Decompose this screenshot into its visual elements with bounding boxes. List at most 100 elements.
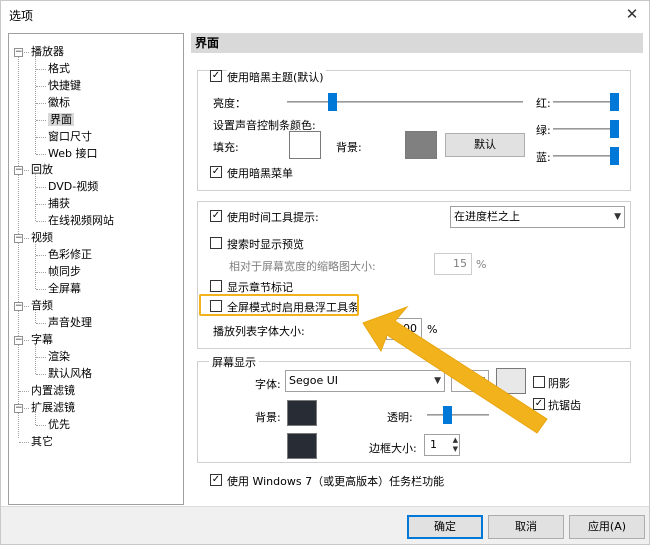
osd-group-title: 屏幕显示 [209, 354, 259, 370]
tree-item[interactable]: 帧同步 [48, 264, 81, 280]
tree-item[interactable]: 回放 [31, 162, 53, 178]
tree-item-label: 回放 [31, 163, 53, 176]
playlist-font-size-label: 播放列表字体大小: [213, 325, 305, 338]
chevron-down-icon: ▼ [614, 212, 621, 222]
fill-label: 填充: [213, 141, 239, 154]
border-color-swatch[interactable] [287, 433, 317, 459]
tree-item-label: 音频 [31, 299, 53, 312]
tree-item[interactable]: 快捷键 [48, 78, 81, 94]
collapse-icon[interactable]: − [14, 302, 23, 311]
brightness-slider-thumb[interactable] [327, 93, 337, 111]
tree-guide-line [36, 255, 46, 256]
tree-item[interactable]: 色彩修正 [48, 247, 92, 263]
tree-item[interactable]: 音频 [31, 298, 53, 314]
tree-guide-line [36, 204, 46, 205]
tree-item-label: 徽标 [48, 96, 70, 109]
ok-button[interactable]: 确定 [407, 515, 483, 539]
thumbnail-size-input[interactable]: 15 [434, 253, 472, 275]
tree-item-label: 默认风格 [48, 367, 92, 380]
dark-theme-checkbox[interactable]: ✓ [210, 70, 222, 82]
dark-menu-checkbox[interactable]: ✓ [210, 166, 222, 178]
tree-item-label: 界面 [48, 113, 74, 126]
tree-item[interactable]: 默认风格 [48, 366, 92, 382]
tree-guide-line [36, 69, 46, 70]
tooltip-position-dropdown[interactable]: 在进度栏之上 ▼ [450, 206, 625, 228]
tree-item[interactable]: 优先 [48, 417, 70, 433]
cancel-button[interactable]: 取消 [488, 515, 564, 539]
blue-label: 蓝: [536, 151, 551, 164]
tree-guide-line [35, 56, 36, 154]
time-tooltip-checkbox[interactable]: ✓ [210, 210, 222, 222]
tree-item[interactable]: 其它 [31, 434, 53, 450]
background-color-swatch[interactable] [405, 131, 437, 159]
tree-guide-line [36, 137, 46, 138]
tree-item[interactable]: 播放器 [31, 44, 64, 60]
brightness-track [287, 101, 523, 103]
tree-guide-line [35, 242, 36, 289]
tree-item[interactable]: 徽标 [48, 95, 70, 111]
options-dialog: 选项 ✕ − 播放器 格式 快捷键 徽标 界面 窗口尺寸 Web 接口 − 回放 DVD-视频 捕获在… [0, 0, 650, 545]
tree-guide-line [36, 86, 46, 87]
default-color-button[interactable]: 默认 [445, 133, 525, 157]
collapse-icon[interactable]: − [14, 234, 23, 243]
tree-item[interactable]: 全屏幕 [48, 281, 81, 297]
dark-theme-label: 使用暗黑主题(默认) [227, 69, 326, 85]
tree-guide-line [36, 425, 46, 426]
title-bar: 选项 ✕ [1, 1, 649, 29]
tree-item-label: 优先 [48, 418, 70, 431]
tree-item[interactable]: 窗口尺寸 [48, 129, 92, 145]
green-slider-thumb[interactable] [610, 120, 619, 138]
tree-item-label: 字幕 [31, 333, 53, 346]
tree-guide-line [18, 48, 19, 438]
tree-item[interactable]: 渲染 [48, 349, 70, 365]
win7-taskbar-checkbox[interactable]: ✓ [210, 474, 222, 486]
panel-header: 界面 [191, 33, 643, 53]
collapse-icon[interactable]: − [14, 48, 23, 57]
tree-item[interactable]: 内置滤镜 [31, 383, 75, 399]
seek-preview-checkbox[interactable] [210, 237, 222, 249]
thumbnail-size-label: 相对于屏幕宽度的缩略图大小: [229, 260, 376, 273]
tree-item-label: 全屏幕 [48, 282, 81, 295]
osd-background-swatch[interactable] [287, 400, 317, 426]
tree-guide-line [35, 344, 36, 374]
tree-guide-line [36, 272, 46, 273]
tree-item-label: 其它 [31, 435, 53, 448]
tree-item[interactable]: 界面 [48, 112, 74, 128]
tree-item[interactable]: 格式 [48, 61, 70, 77]
tree-item-label: 窗口尺寸 [48, 130, 92, 143]
tree-guide-line [19, 442, 29, 443]
tree-item-label: 色彩修正 [48, 248, 92, 261]
fill-color-swatch[interactable] [289, 131, 321, 159]
tree-item[interactable]: 视频 [31, 230, 53, 246]
chapter-marks-label: 显示章节标记 [227, 281, 293, 294]
tree-item[interactable]: 声音处理 [48, 315, 92, 331]
tree-guide-line [36, 357, 46, 358]
close-icon[interactable]: ✕ [621, 3, 643, 25]
dark-menu-label: 使用暗黑菜单 [227, 167, 293, 180]
tree-item[interactable]: 字幕 [31, 332, 53, 348]
tree-item[interactable]: Web 接口 [48, 146, 97, 162]
tree-guide-line [35, 174, 36, 221]
tree-item-label: 渲染 [48, 350, 70, 363]
tree-item[interactable]: 在线视频网站 [48, 213, 114, 229]
tree-item-label: 在线视频网站 [48, 214, 114, 227]
tree-item-label: 内置滤镜 [31, 384, 75, 397]
red-slider-thumb[interactable] [610, 93, 619, 111]
tree-item-label: 声音处理 [48, 316, 92, 329]
blue-slider-thumb[interactable] [610, 147, 619, 165]
tree-item-label: 帧同步 [48, 265, 81, 278]
tree-item-label: Web 接口 [48, 147, 98, 160]
apply-button[interactable]: 应用(A) [569, 515, 645, 539]
chapter-marks-checkbox[interactable] [210, 280, 222, 292]
collapse-icon[interactable]: − [14, 166, 23, 175]
background-label: 背景: [336, 141, 362, 154]
tree-item-label: 播放器 [31, 45, 64, 58]
settings-tree[interactable]: − 播放器 格式 快捷键 徽标 界面 窗口尺寸 Web 接口 − 回放 DVD-视频 捕获 在线视频网站… [8, 33, 184, 505]
tree-item[interactable]: 捕获 [48, 196, 70, 212]
tree-guide-line [36, 323, 46, 324]
collapse-icon[interactable]: − [14, 404, 23, 413]
collapse-icon[interactable]: − [14, 336, 23, 345]
tree-item[interactable]: 扩展滤镜 [31, 400, 75, 416]
tree-item[interactable]: DVD-视频 [48, 179, 98, 195]
tree-guide-line [36, 187, 46, 188]
